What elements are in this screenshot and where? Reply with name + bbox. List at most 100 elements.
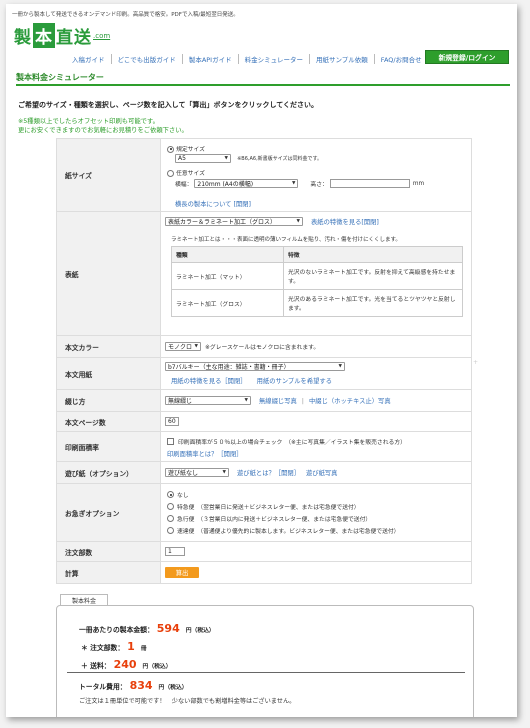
row-label: 印刷面積率 (57, 432, 161, 461)
select-value: 表紙カラー＆ラミネート加工（グロス） (168, 219, 277, 226)
shipping-label: ＋ 送料： (81, 662, 111, 670)
calculate-button[interactable]: 算出 (165, 567, 199, 578)
row-quantity: 注文部数 1 (56, 542, 472, 562)
radio-standard-size[interactable] (167, 145, 174, 153)
height-input[interactable] (329, 179, 410, 188)
body-color-select[interactable]: モノクロ ▼ (165, 342, 201, 351)
row-label: 本文カラー (57, 336, 161, 357)
row-label: 遊び紙（オプション） (57, 462, 161, 483)
body-paper-select[interactable]: b7バルキー（主な用途：雑誌・書籍・冊子） ▼ (165, 362, 345, 371)
cover-feature-link[interactable]: 表紙の特徴を見る[開閉] (311, 217, 379, 226)
coverage-info-link[interactable]: 印刷面積率とは？［開閉］ (167, 449, 243, 458)
row-label: 本文用紙 (57, 358, 161, 389)
radio-rush-none[interactable] (167, 491, 174, 498)
quantity-line: ＊ 注文部数： 1 冊 (81, 640, 147, 653)
nav-item-upload-guide[interactable]: 入稿ガイド (66, 54, 112, 64)
page-title-bar: 製本料金シミュレーター (16, 72, 510, 86)
row-cover: 表紙 表紙カラー＆ラミネート加工（グロス） ▼ 表紙の特徴を見る[開閉] ラミネー… (56, 212, 472, 336)
shipping-line: ＋ 送料： 240 円（税込） (81, 658, 172, 671)
table-header-row: 種類 特徴 (171, 246, 463, 263)
unit-price-label: 一冊あたりの製本金額： (79, 626, 154, 634)
total-label: トータル費用： (79, 683, 127, 691)
height-label: 高さ： (310, 182, 328, 188)
radio-custom-size[interactable] (167, 169, 174, 177)
select-value: 無線綴じ (168, 398, 193, 405)
table-cell: 光沢のないラミネート加工です。反射を抑えて高級感を持たせます。 (283, 262, 463, 290)
nav-item-sample-request[interactable]: 用紙サンプル依頼 (310, 54, 375, 64)
paper-feature-link[interactable]: 用紙の特徴を見る［開閉］ (171, 378, 247, 385)
result-divider (67, 672, 465, 673)
row-label: 本文ページ数 (57, 412, 161, 431)
lamination-table: 種類 特徴 ラミネート加工（マット） 光沢のないラミネート加工です。反射を抑えて… (171, 246, 463, 317)
paper-sample-link[interactable]: 用紙のサンプルを希望する (257, 378, 332, 385)
perfect-binding-photo-link[interactable]: 無線綴じ写真 (259, 396, 297, 405)
width-label: 横幅： (175, 182, 193, 188)
nav-item-simulator[interactable]: 料金シミュレーター (239, 54, 310, 64)
table-cell: ラミネート加工（グロス） (171, 289, 284, 317)
table-row: ラミネート加工（グロス） 光沢のあるラミネート加工です。光を当てるとツヤツヤと反… (171, 289, 463, 317)
unit-price-value: 594 (156, 622, 180, 635)
shipping-unit: 円（税込） (142, 664, 172, 670)
saddle-stitch-photo-link[interactable]: 中綴じ（ホッチキス止）写真 (309, 396, 391, 405)
logo-com: .com (93, 32, 111, 40)
page-count-input[interactable]: 60 (165, 417, 179, 426)
standard-size-note: ※B6,A6,新書版サイズは同料金です。 (237, 156, 323, 162)
scroll-marker: + (473, 359, 479, 366)
binding-select[interactable]: 無線綴じ ▼ (165, 396, 251, 405)
standard-size-select[interactable]: A5 ▼ (175, 154, 231, 163)
row-coverage: 印刷面積率 印刷面積率が５０％以上の場合チェック （※主に写真集／イラスト集を販… (56, 432, 472, 462)
register-login-button[interactable]: 新規登録/ログイン (425, 50, 509, 64)
radio-label: 任意サイズ (176, 171, 205, 177)
select-value: モノクロ (168, 344, 193, 351)
height-unit: mm (412, 180, 425, 187)
offset-note: ※5種類以上でしたらオフセット印刷も可能です。 (18, 118, 159, 125)
width-select[interactable]: 210mm (A4の横幅) ▼ (194, 179, 299, 188)
lamination-description: ラミネート加工とは・・・表面に透明の薄いフィルムを貼り、汚れ・傷を付けにくくしま… (171, 237, 401, 243)
cover-select[interactable]: 表紙カラー＆ラミネート加工（グロス） ▼ (165, 217, 303, 226)
coverage-check-label: 印刷面積率が５０％以上の場合チェック （※主に写真集／イラスト集を販売される方） (178, 440, 406, 446)
total-line: トータル費用： 834 円（税込） (79, 679, 188, 692)
table-header: 種類 (171, 246, 284, 263)
radio-label: 急行便 （３営業日以内に発送＋ビジネスレター便、または宅急便で送付） (177, 517, 372, 523)
chevron-down-icon: ▼ (291, 181, 296, 186)
endpaper-select[interactable]: 遊び紙なし ▼ (165, 468, 229, 477)
logo-text-3: 直送 (56, 28, 92, 48)
row-label: 綴じ方 (57, 390, 161, 411)
table-header: 特徴 (283, 246, 463, 263)
chevron-down-icon: ▼ (296, 219, 300, 224)
table-cell: 光沢のあるラミネート加工です。光を当てるとツヤツヤと反射します。 (283, 289, 463, 317)
row-paper-size: 紙サイズ 規定サイズ A5 ▼ ※B6,A6,新書版サイズは同料金です。 任意サイ… (56, 138, 472, 212)
endpaper-info-link[interactable]: 遊び紙とは？［開閉］ (237, 468, 300, 477)
coverage-checkbox[interactable] (167, 438, 174, 445)
radio-rush-rapid[interactable] (167, 515, 174, 522)
radio-label: 特急便 （翌営業日に発送＋ビジネスレター便、または宅急便で送付） (177, 505, 360, 511)
page-container: 一冊から製本して発送できるオンデマンド印刷。高品質で格安。PDFで入稿/最短翌日… (6, 4, 517, 717)
select-value: 210mm (A4の横幅) (197, 181, 254, 188)
table-row: ラミネート加工（マット） 光沢のないラミネート加工です。反射を抑えて高級感を持た… (171, 262, 463, 290)
logo-text-1: 製 (14, 28, 32, 48)
radio-rush-priority[interactable] (167, 527, 174, 534)
row-rush: お急ぎオプション なし 特急便 （翌営業日に発送＋ビジネスレター便、または宅急便… (56, 484, 472, 542)
logo-text-2: 本 (33, 23, 55, 48)
body-color-note: ※グレースケールはモノクロに含まれます。 (205, 345, 320, 351)
nav-item-api-guide[interactable]: 製本APIガイド (183, 54, 239, 64)
radio-rush-express[interactable] (167, 503, 174, 510)
unit-price-line: 一冊あたりの製本金額： 594 円（税込） (79, 622, 215, 635)
site-logo[interactable]: 製 本 直送 .com (14, 23, 111, 48)
endpaper-photo-link[interactable]: 遊び紙写真 (306, 468, 337, 477)
nav-item-publish-guide[interactable]: どこでも出版ガイド (112, 54, 183, 64)
row-calc: 計算 算出 (56, 562, 472, 584)
quantity-value: 1 (127, 640, 135, 653)
chevron-down-icon: ▼ (338, 364, 342, 369)
result-panel: 一冊あたりの製本金額： 594 円（税込） ＊ 注文部数： 1 冊 ＋ 送料： … (56, 605, 474, 717)
global-nav: 入稿ガイド どこでも出版ガイド 製本APIガイド 料金シミュレーター 用紙サンプ… (66, 54, 428, 64)
row-endpaper: 遊び紙（オプション） 遊び紙なし ▼ 遊び紙とは？［開閉］ 遊び紙写真 (56, 462, 472, 484)
unit-price-unit: 円（税込） (185, 628, 215, 634)
estimate-note: 更にお安くできますのでお気軽にお見積りをご依頼下さい。 (18, 127, 188, 134)
table-cell: ラミネート加工（マット） (171, 262, 284, 290)
row-label: 計算 (57, 562, 161, 583)
nav-item-faq[interactable]: FAQ/お問合せ (375, 54, 428, 64)
chevron-down-icon: ▼ (194, 344, 198, 349)
landscape-info-link[interactable]: 横長の製本について [開閉] (175, 199, 251, 208)
quantity-input[interactable]: 1 (165, 547, 185, 556)
